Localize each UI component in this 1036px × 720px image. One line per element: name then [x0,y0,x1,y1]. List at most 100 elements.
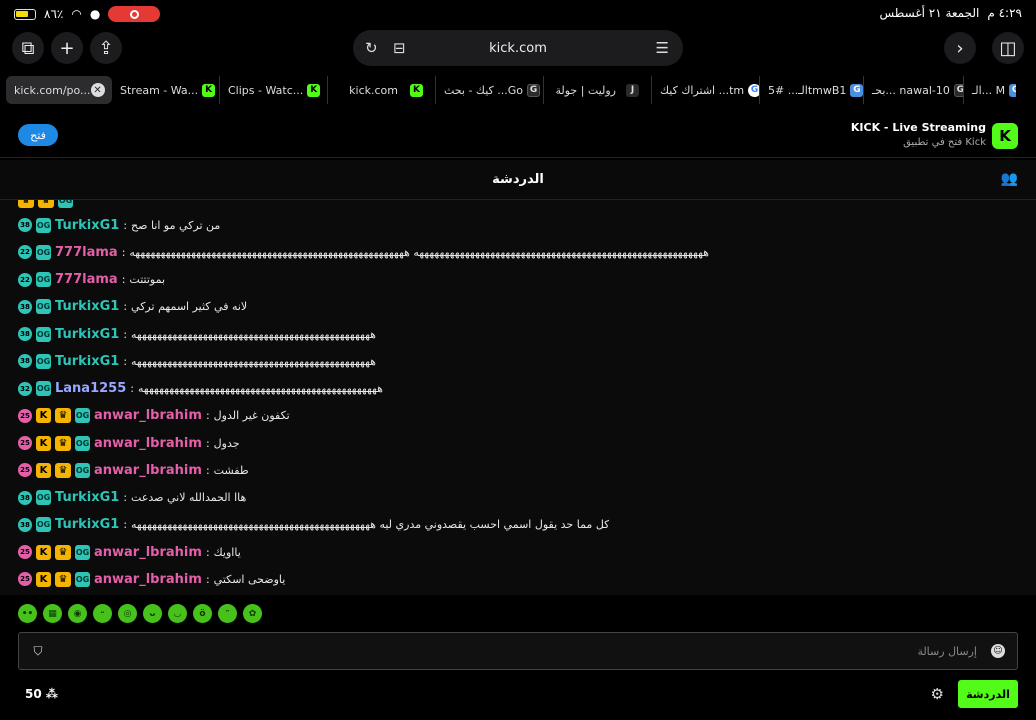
screen-recording-icon[interactable] [108,6,161,22]
chat-message-row: 38 OG TurkixG1: ههههههههههههههههههههههههههه… [18,351,376,371]
chat-username[interactable]: 777lama [55,245,118,260]
tab-kick-home[interactable]: kick.com K [328,76,436,104]
og-badge-icon: OG [36,490,51,505]
tab-m[interactable]: الـ... M G [964,76,1016,104]
og-badge-icon: OG [36,299,51,315]
tab-roulette[interactable]: روليت | جولة J [544,76,652,104]
chat-username[interactable]: TurkixG1 [55,490,119,505]
gear-icon[interactable]: ⚙ [931,685,944,703]
subscriber-badge-icon: 38 [18,218,32,232]
chat-message-text: يااويك [213,545,241,559]
chat-username[interactable]: anwar_lbrahim [94,408,202,423]
chat-username[interactable]: 777lama [55,272,118,287]
chat-message-text: من تركي مو انا صح [131,218,221,232]
subscriber-badge-icon: 38 [18,354,32,369]
address-text: kick.com [489,40,547,56]
emote-icon[interactable]: ᴗ [143,604,162,623]
chat-message-row: 38 OG TurkixG1: كل مما حد يقول اسمي احسب يق… [18,515,609,535]
og-badge-icon: OG [58,200,73,208]
kick-logo-icon: K [992,123,1018,149]
chat-message-text: هههههههههههههههههههههههههههههههههههههههه… [137,382,383,395]
partial-message-row: ♛ ♛ OG [18,200,73,208]
og-badge-icon: OG [75,435,90,451]
username-separator: : [205,572,210,586]
chat-username[interactable]: anwar_lbrahim [94,545,202,560]
emote-icon[interactable]: ᵔ [218,604,237,623]
g-favicon-icon: G [1009,83,1016,97]
reader-icon[interactable]: ☰ [656,39,669,57]
page-settings-icon[interactable]: ⊟ [393,39,406,57]
username-separator: : [123,518,128,532]
app-banner: فتح KICK - Live Streaming فتح في تطبيق K… [0,110,1036,158]
emote-icon[interactable]: ◉ [68,604,87,623]
emote-icon[interactable]: ◎ [118,604,137,623]
sidebar-toggle-button[interactable]: ◫ [992,32,1024,64]
chat-username[interactable]: TurkixG1 [55,327,119,342]
google-favicon-icon: G [527,83,541,97]
new-tab-button[interactable]: + [51,32,83,64]
emote-icon[interactable]: •• [18,604,37,623]
tab-kick-search[interactable]: كيك - بحث ...Go G [436,76,544,104]
chat-messages: ♛ ♛ OG 38 OG TurkixG1: من تركي مو انا صح 22 O… [0,200,1036,595]
shield-icon[interactable]: ⛉ [31,644,45,658]
tab-kick-subscription[interactable]: اشتراك كيك ...tm G [652,76,760,104]
chat-username[interactable]: anwar_lbrahim [94,572,202,587]
forward-button[interactable]: › [944,32,976,64]
close-tab-icon[interactable]: ✕ [90,83,105,97]
chat-message-text: تكفون غير الدول [213,409,290,423]
emote-icon[interactable]: ᵕ [93,604,112,623]
chat-username[interactable]: TurkixG1 [55,354,119,369]
crown-badge-icon: ♛ [18,200,34,208]
subscriber-badge-icon: 25 [18,408,32,423]
tab-stream[interactable]: Stream - Wa... K [112,76,220,104]
tab-clips[interactable]: Clips - Watc... K [220,76,328,104]
users-icon[interactable]: 👥 [1001,171,1018,187]
tab-bar: kick.com/po... ✕ Stream - Wa... K Clips … [0,74,1036,106]
chat-message-row: 22 OG 777lama: بموتتتت [18,270,165,290]
tabs-overview-button[interactable]: ⧉ [12,32,44,64]
og-badge-icon: OG [36,353,51,369]
chat-message-text: هههههههههههههههههههههههههههههههههههههههه… [129,245,709,259]
emote-icon[interactable]: ✿ [243,604,262,623]
tab-kick-po[interactable]: kick.com/po... ✕ [6,76,112,104]
browser-toolbar: ⧉ + ⇪ ↻ ⊟ kick.com ☰ › ◫ [0,28,1036,68]
chat-message-text: جدول [213,436,240,450]
chat-message-input[interactable] [77,633,977,669]
tab-5tmwb1[interactable]: الـ... #5tmwB1 G [760,76,864,104]
kick-favicon-icon: K [307,83,321,97]
subscriber-badge-icon: 38 [18,299,32,314]
emote-icon[interactable]: ◡ [168,604,187,623]
open-app-button[interactable]: فتح [18,124,58,146]
tab-nawal[interactable]: بحـ... nawal-10 G [864,76,964,104]
kick-badge-icon: K [36,408,51,424]
address-bar[interactable]: ↻ ⊟ kick.com ☰ [353,30,683,66]
kick-badge-icon: K [36,544,51,560]
chat-message-text: هههههههههههههههههههههههههههههههههههههههه… [131,354,376,368]
reload-icon[interactable]: ↻ [365,39,378,57]
send-chat-button[interactable]: الدردشة [958,680,1018,708]
subscriber-badge-icon: 22 [18,272,32,287]
chat-message-row: 25 K ♛ OG anwar_lbrahim: ياوضحى اسكتي [18,569,285,589]
og-badge-icon: OG [75,408,90,424]
chat-username[interactable]: anwar_lbrahim [94,463,202,478]
crown-badge-icon: ♛ [55,408,71,424]
chat-username[interactable]: TurkixG1 [55,517,119,532]
crown-badge-icon: ♛ [55,435,71,451]
chat-message-row: 25 K ♛ OG anwar_lbrahim: طفشت [18,460,249,480]
subscriber-badge-icon: 25 [18,545,32,559]
crown-badge-icon: ♛ [38,200,54,208]
emote-icon[interactable]: ö [193,604,212,623]
chat-username[interactable]: anwar_lbrahim [94,436,202,451]
banner-subtitle: فتح في تطبيق Kick [903,137,986,148]
chat-username[interactable]: TurkixG1 [55,218,119,233]
emoji-picker-icon[interactable]: ☺ [991,644,1005,658]
share-button[interactable]: ⇪ [90,32,122,64]
chat-username[interactable]: TurkixG1 [55,299,119,314]
username-separator: : [205,545,210,559]
emote-icon[interactable]: ▦ [43,604,62,623]
crown-badge-icon: ♛ [55,544,71,560]
chat-username[interactable]: Lana1255 [55,381,126,396]
chat-message-text: هاا الحمدالله لاني صدعت [131,491,247,504]
viewer-count: 50 ⁂ [25,687,58,701]
username-separator: : [123,327,128,341]
